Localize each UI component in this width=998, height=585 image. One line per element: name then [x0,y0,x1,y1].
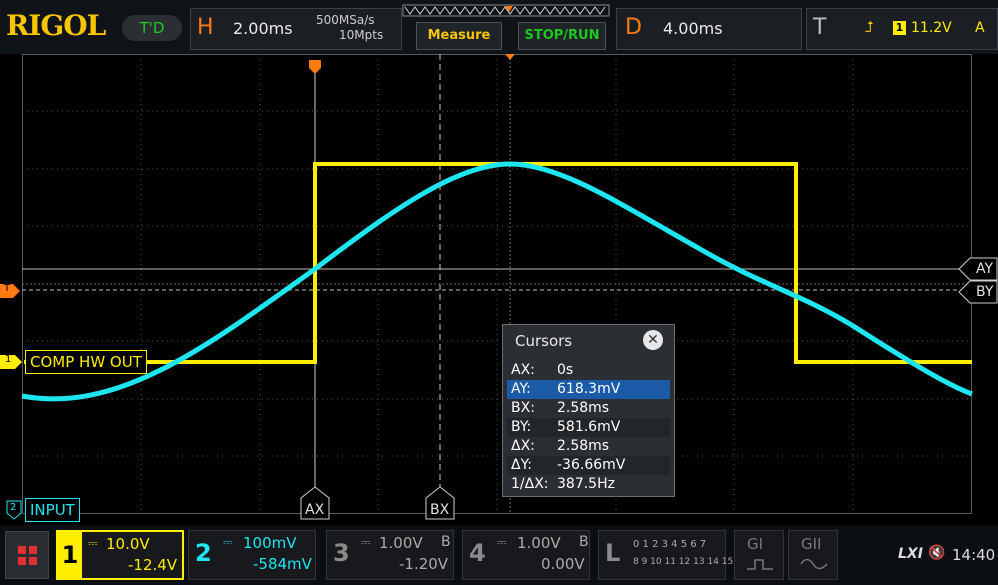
cursor-row-by: BY: 581.6mV [507,418,670,437]
close-icon[interactable]: ✕ [643,330,663,350]
horizontal-panel[interactable]: H 2.00ms 500MSa/s 10Mpts [190,8,402,50]
ch3-number: 3 [333,539,350,567]
ch4-bw-limit: B [579,534,589,550]
trigger-level-marker[interactable]: T [0,283,20,298]
generator-1-button[interactable]: GI [734,530,784,580]
ch1-scale: 10.0V [106,535,150,553]
ch3-scale: 1.00V [379,534,423,552]
ch1-label-box[interactable]: COMP HW OUT [25,350,147,374]
speaker-muted-icon[interactable]: 🔇 [928,545,945,561]
ch4-coupling-icon: ⎓ [497,535,507,549]
ch4-offset: 0.00V [541,555,585,573]
logic-panel[interactable]: L 0 1 2 3 4 5 6 7 8 9 10 11 12 13 14 15 [598,530,733,580]
trigger-edge-icon: ⮥ [865,18,874,36]
ch1-coupling-icon: ⎓ [88,536,98,550]
sample-rate: 500MSa/s [316,13,375,27]
ch3-coupling-icon: ⎓ [361,535,371,549]
stop-run-button[interactable]: STOP/RUN [518,22,606,50]
trigger-panel[interactable]: T ⮥ 1 11.2V A [806,8,998,50]
logic-letter: L [605,539,621,567]
ch3-panel[interactable]: 3 ⎓ 1.00V B -1.20V [326,530,454,580]
ch2-scale: 100mV [243,534,297,552]
horizontal-letter: H [197,15,214,40]
logic-channels-row1: 0 1 2 3 4 5 6 7 [633,539,707,550]
delay-value: 4.00ms [663,19,723,38]
timebase-value: 2.00ms [233,19,293,38]
cursors-title: Cursors [515,332,573,350]
cursor-bx-tag[interactable]: BX [430,502,449,518]
ch1-offset: -12.4V [128,556,178,574]
ch2-number: 2 [195,539,212,567]
ch1-number: 1 [58,532,82,578]
menu-button[interactable] [5,531,49,579]
cursor-row-ax: AX: 0s [511,362,574,378]
cursors-dialog: Cursors ✕ AX: 0s AY: 618.3mV BX: 2.58ms … [502,324,675,497]
cursor-row-bx: BX: 2.58ms [511,400,610,416]
memory-depth: 10Mpts [339,28,384,42]
generator-2-button[interactable]: GII [788,530,838,580]
trigger-mode: A [975,20,985,36]
lxi-logo: LXI [898,546,923,562]
cursor-row-inv-dx: 1/ΔX: 387.5Hz [511,476,615,492]
rigol-logo: RIGOL [6,9,106,42]
waveform-display [21,54,973,514]
ch2-offset: -584mV [253,555,312,573]
logic-channels-row2: 8 9 10 11 12 13 14 15 [633,557,734,567]
measure-button[interactable]: Measure [416,22,502,50]
ch3-offset: -1.20V [399,555,449,573]
menu-grid-icon [18,546,37,565]
ch2-marker[interactable]: 2 [6,500,22,520]
clock-time: 14:40 [952,546,996,564]
trigger-source-badge: 1 [893,21,906,35]
ch2-label-box[interactable]: INPUT [25,498,80,522]
ch2-coupling-icon: ⎓ [223,535,233,549]
ch1-marker[interactable]: 1 [0,354,22,369]
ch4-number: 4 [469,539,486,567]
cursor-row-dx: ΔX: 2.58ms [511,438,610,454]
pulse-wave-icon [747,559,773,570]
cursor-ax-tag[interactable]: AX [305,502,324,518]
generator-1-label: GI [747,535,764,553]
ch1-panel[interactable]: 1 ⎓ 10.0V -12.4V [56,530,184,580]
ch2-panel[interactable]: 2 ⎓ 100mV -584mV [188,530,316,580]
trigger-level: 11.2V [911,20,952,36]
ch4-panel[interactable]: 4 ⎓ 1.00V B 0.00V [462,530,590,580]
delay-panel[interactable]: D 4.00ms [616,8,802,50]
sine-wave-icon [800,558,828,570]
cursor-by-tag[interactable]: BY [976,284,993,300]
ch4-scale: 1.00V [517,534,561,552]
trigger-letter: T [813,15,827,40]
cursor-ay-tag[interactable]: AY [976,261,993,277]
trigger-status-badge: T'D [122,15,182,41]
generator-2-label: GII [801,535,822,553]
delay-letter: D [625,15,642,40]
ch3-bw-limit: B [441,534,451,550]
memory-position-indicator [402,4,610,17]
cursor-row-ay[interactable]: AY: 618.3mV [507,380,670,399]
cursor-row-dy: ΔY: -36.66mV [507,456,670,475]
